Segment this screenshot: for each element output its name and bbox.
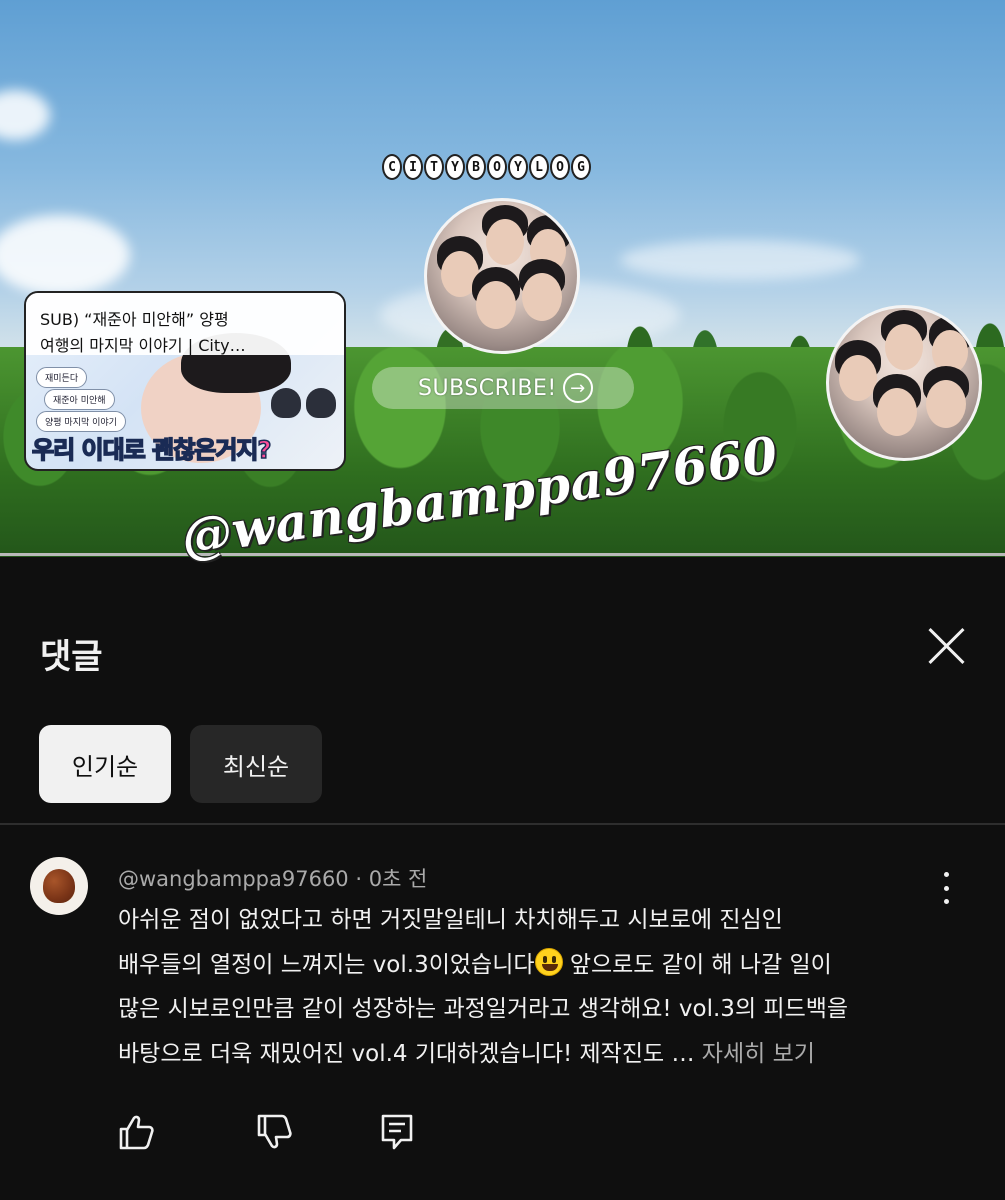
logo-letter: O <box>487 154 507 180</box>
video-title: SUB) “재준아 미안해” 양평 여행의 마지막 이야기 | City… <box>26 293 344 355</box>
sort-chip-newest[interactable]: 최신순 <box>190 725 322 803</box>
logo-letter: O <box>550 154 570 180</box>
video-bubble: 양평 마지막 이야기 <box>36 411 126 432</box>
video-bubble: 재미든다 <box>36 367 88 388</box>
sort-chip-popular[interactable]: 인기순 <box>39 725 171 803</box>
subscribe-label: SUBSCRIBE! <box>418 375 557 401</box>
comment-line: 아쉬운 점이 없었다고 하면 거짓말일테니 차치해두고 시보로에 진심인 <box>118 907 783 933</box>
comment-line-part: 바탕으로 더욱 재밌어진 vol.4 기대하겠습니다! 제작진도 … <box>118 1040 702 1067</box>
chestnut-icon <box>43 869 75 903</box>
subscribe-graphic: SUBSCRIBE! → <box>372 367 634 409</box>
logo-letter: G <box>571 154 591 180</box>
comment-line-part: 배우들의 열정이 느껴지는 vol.3이었습니다 <box>118 951 535 978</box>
arrow-right-icon: → <box>562 373 593 403</box>
avatar[interactable] <box>30 857 88 915</box>
logo-letter: C <box>382 154 402 180</box>
comment-line-part: 앞으로도 같이 해 나갈 일이 <box>562 951 832 978</box>
cloud <box>0 90 50 140</box>
channel-avatar-center[interactable] <box>424 198 580 354</box>
comments-title: 댓글 <box>40 637 103 677</box>
logo-letter: L <box>529 154 549 180</box>
comment-time: 0초 전 <box>368 867 428 891</box>
video-caption: 우리 이대로 괜찮은거지? <box>31 435 272 465</box>
comment-line: 배우들의 열정이 느껴지는 vol.3이었습니다 앞으로도 같이 해 나갈 일이 <box>118 943 948 988</box>
comment-line: 바탕으로 더욱 재밌어진 vol.4 기대하겠습니다! 제작진도 … 자세히 보… <box>118 1032 948 1077</box>
cloud <box>620 240 860 280</box>
logo-letter: T <box>424 154 444 180</box>
logo-letter: Y <box>445 154 465 180</box>
video-progress-line <box>0 553 1005 556</box>
comment-line: 많은 시보로인만큼 같이 성장하는 과정일거라고 생각해요! vol.3의 피드… <box>118 996 849 1022</box>
divider <box>0 823 1005 825</box>
close-icon[interactable] <box>922 622 970 670</box>
comment-author[interactable]: @wangbamppa97660 <box>118 867 349 891</box>
smiling-face-emoji-icon <box>534 947 563 976</box>
read-more-link[interactable]: 자세히 보기 <box>702 1041 815 1067</box>
channel-logo-text: C I T Y B O Y L O G <box>382 154 591 180</box>
featured-video-card[interactable]: 재미든다 재준아 미안해 양평 마지막 이야기 SUB) “재준아 미안해” 양… <box>24 291 346 471</box>
video-title-line: 여행의 마지막 이야기 | City… <box>40 336 246 355</box>
comment-text: 아쉬운 점이 없었다고 하면 거짓말일테니 차치해두고 시보로에 진심인 배우들… <box>118 898 948 1076</box>
video-title-line: SUB) “재준아 미안해” 양평 <box>40 310 229 329</box>
video-bubble: 재준아 미안해 <box>44 389 115 410</box>
channel-avatar-right[interactable] <box>826 305 982 461</box>
meta-separator: · <box>348 867 369 891</box>
logo-letter: Y <box>508 154 528 180</box>
cloud <box>0 215 130 295</box>
thumbs-up-icon[interactable] <box>116 1112 156 1152</box>
logo-letter: I <box>403 154 423 180</box>
comment-meta: @wangbamppa97660 · 0초 전 <box>118 863 427 893</box>
thumbs-down-icon[interactable] <box>254 1112 294 1152</box>
reply-icon[interactable] <box>377 1112 417 1152</box>
logo-letter: B <box>466 154 486 180</box>
